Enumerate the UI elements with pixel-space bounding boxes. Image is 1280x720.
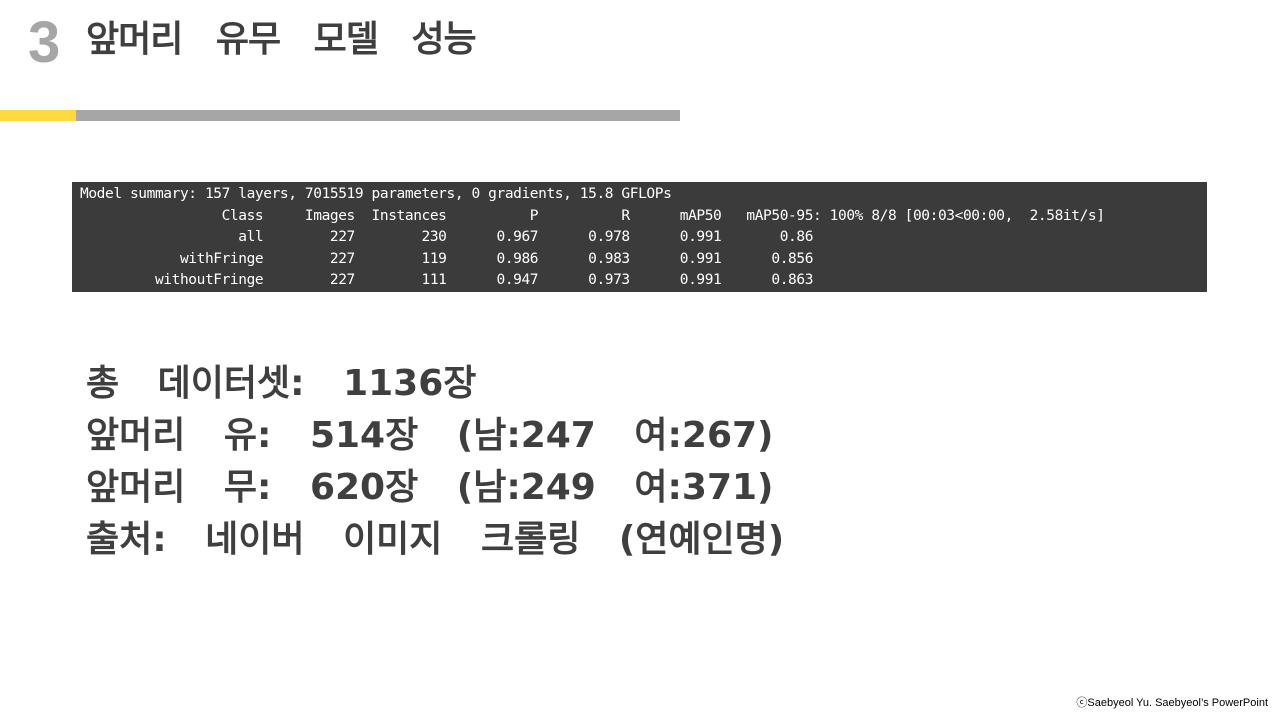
copyright-footer: ⓒSaebyeol Yu. Saebyeol’s PowerPoint: [1076, 697, 1268, 709]
terminal-line-all: all 227 230 0.967 0.978 0.991 0.86: [80, 229, 814, 245]
terminal-line-withoutfringe: withoutFringe 227 111 0.947 0.973 0.991 …: [80, 272, 814, 288]
stat-source: 출처: 네이버 이미지 크롤링 (연예인명): [86, 519, 785, 560]
stat-without-fringe: 앞머리 무: 620장 (남:249 여:371): [86, 467, 774, 508]
slide-title: 앞머리 유무 모델 성능: [86, 19, 477, 60]
terminal-output: Model summary: 157 layers, 7015519 param…: [72, 182, 1207, 292]
stat-with-fringe: 앞머리 유: 514장 (남:247 여:267): [86, 415, 774, 456]
stat-total: 총 데이터셋: 1136장: [86, 363, 477, 404]
terminal-line-header: Class Images Instances P R mAP50 mAP50-9…: [80, 207, 1105, 224]
title-accent-bar-gray: [76, 110, 680, 121]
terminal-line-summary: Model summary: 157 layers, 7015519 param…: [80, 186, 672, 202]
slide-number: 3: [28, 10, 61, 75]
dataset-stats: 총 데이터셋: 1136장 앞머리 유: 514장 (남:247 여:267) …: [86, 358, 786, 566]
terminal-line-withfringe: withFringe 227 119 0.986 0.983 0.991 0.8…: [80, 250, 814, 267]
title-accent-bar-yellow: [0, 110, 76, 121]
